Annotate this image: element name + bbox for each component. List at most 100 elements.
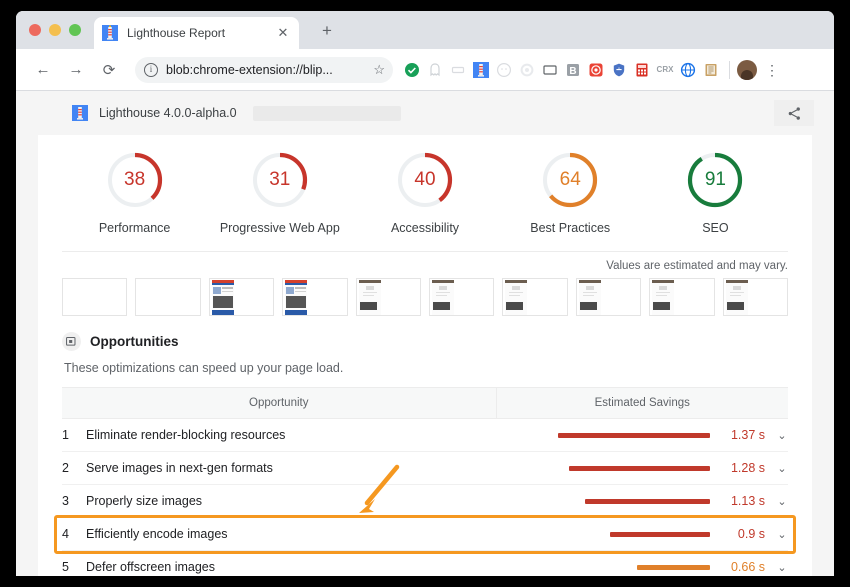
close-tab-button[interactable]: ✕ <box>275 25 291 41</box>
table-row[interactable]: 1Eliminate render-blocking resources 1.37… <box>62 419 788 452</box>
gauge-label: Accessibility <box>391 221 459 235</box>
gauge-label: Best Practices <box>530 221 610 235</box>
window-controls <box>29 24 81 36</box>
filmstrip-frame <box>209 278 274 316</box>
gauge-value: 31 <box>251 151 309 209</box>
row-index: 4 <box>62 518 86 551</box>
chevron-down-icon[interactable]: ⌄ <box>776 495 788 508</box>
opportunity-name: Defer offscreen images <box>86 551 496 577</box>
report-body: 38Performance31Progressive Web App 40 Acce… <box>38 135 812 576</box>
opportunity-name: Efficiently encode images <box>86 518 496 551</box>
chevron-down-icon[interactable]: ⌄ <box>776 561 788 574</box>
maximize-window-button[interactable] <box>69 24 81 36</box>
browser-menu-button[interactable]: ⋮ <box>762 65 782 75</box>
toolbar-divider <box>729 61 730 79</box>
extensions-area: B CRX ⋮ <box>401 59 782 81</box>
score-gauge-best-practices[interactable]: 64 Best Practices <box>498 151 643 235</box>
page-thumbnail <box>726 280 748 315</box>
gauge-ring: 64 <box>541 151 599 209</box>
crx-extension-icon[interactable]: CRX <box>654 59 676 81</box>
bold-b-extension-icon[interactable]: B <box>562 59 584 81</box>
column-header-savings: Estimated Savings <box>496 388 788 419</box>
score-gauge-progressive-web-app[interactable]: 31Progressive Web App <box>207 151 352 235</box>
page-thumbnail <box>652 280 674 315</box>
savings-bar <box>569 466 710 471</box>
savings-bar <box>610 532 710 537</box>
table-row[interactable]: 5Defer offscreen images0.66 s⌄ <box>62 551 788 577</box>
lighthouse-logo-icon <box>72 105 88 121</box>
shield-extension-icon[interactable] <box>608 59 630 81</box>
browser-tab[interactable]: Lighthouse Report ✕ <box>94 17 299 49</box>
browser-window: Lighthouse Report ✕ + ← → ⟳ i blob:chrom… <box>16 11 834 576</box>
reload-button[interactable]: ⟳ <box>96 57 122 83</box>
filmstrip-frame <box>502 278 567 316</box>
tag-extension-icon[interactable] <box>447 59 469 81</box>
page-thumbnail <box>359 280 381 315</box>
savings-value: 1.37 s <box>721 428 765 442</box>
opportunities-table: Opportunity Estimated Savings 1Eliminate… <box>62 387 788 576</box>
gauge-value: 40 <box>396 151 454 209</box>
lighthouse-extension-icon[interactable] <box>470 59 492 81</box>
opportunities-title: Opportunities <box>90 334 179 349</box>
table-row[interactable]: 3Properly size images1.13 s⌄ <box>62 485 788 518</box>
url-placeholder-bar <box>253 106 401 121</box>
row-index: 1 <box>62 419 86 452</box>
row-index: 3 <box>62 485 86 518</box>
avatar[interactable] <box>737 60 757 80</box>
filmstrip-frame <box>356 278 421 316</box>
tab-strip: Lighthouse Report ✕ + <box>16 11 834 49</box>
site-info-icon[interactable]: i <box>144 63 158 77</box>
minimize-window-button[interactable] <box>49 24 61 36</box>
bookmark-star-icon[interactable]: ☆ <box>373 62 385 78</box>
share-button[interactable] <box>774 100 814 126</box>
address-bar[interactable]: i blob:chrome-extension://blip... ☆ <box>135 57 393 83</box>
score-gauge-accessibility[interactable]: 40 Accessibility <box>352 151 497 235</box>
gauge-ring: 40 <box>396 151 454 209</box>
filmstrip-frame <box>576 278 641 316</box>
filmstrip-frame <box>62 278 127 316</box>
chevron-down-icon[interactable]: ⌄ <box>776 462 788 475</box>
calculator-extension-icon[interactable] <box>631 59 653 81</box>
gauge-ring: 91 <box>686 151 744 209</box>
column-header-opportunity: Opportunity <box>62 388 496 419</box>
gauge-value: 91 <box>686 151 744 209</box>
filmstrip-frame <box>135 278 200 316</box>
row-index: 2 <box>62 452 86 485</box>
opportunity-name: Eliminate render-blocking resources <box>86 419 496 452</box>
book-extension-icon[interactable] <box>700 59 722 81</box>
adblock-check-icon[interactable] <box>401 59 423 81</box>
savings-bar <box>558 433 710 438</box>
chevron-down-icon[interactable]: ⌄ <box>776 528 788 541</box>
page-thumbnail <box>212 280 234 315</box>
forward-button[interactable]: → <box>63 57 89 83</box>
back-button[interactable]: ← <box>30 57 56 83</box>
score-gauge-performance[interactable]: 38Performance <box>62 151 207 235</box>
table-header-row: Opportunity Estimated Savings <box>62 388 788 419</box>
chevron-down-icon[interactable]: ⌄ <box>776 429 788 442</box>
gauge-value: 64 <box>541 151 599 209</box>
share-icon <box>787 106 802 121</box>
filmstrip <box>62 276 788 326</box>
circle-extension-icon[interactable] <box>493 59 515 81</box>
gauge-ring: 31 <box>251 151 309 209</box>
page-thumbnail <box>285 280 307 315</box>
globe-extension-icon[interactable] <box>677 59 699 81</box>
new-tab-button[interactable]: + <box>316 20 338 42</box>
page-thumbnail <box>505 280 527 315</box>
desktop-extension-icon[interactable] <box>539 59 561 81</box>
savings-bar <box>637 565 710 570</box>
gauge-label: SEO <box>702 221 728 235</box>
savings-value: 0.66 s <box>721 560 765 574</box>
gear-extension-icon[interactable] <box>516 59 538 81</box>
red-target-extension-icon[interactable] <box>585 59 607 81</box>
score-gauge-seo[interactable]: 91 SEO <box>643 151 788 235</box>
filmstrip-frame <box>282 278 347 316</box>
ghost-extension-icon[interactable] <box>424 59 446 81</box>
table-row[interactable]: 2Serve images in next-gen formats1.28 s⌄ <box>62 452 788 485</box>
tab-title: Lighthouse Report <box>127 26 275 40</box>
filmstrip-frame <box>429 278 494 316</box>
table-row[interactable]: 4Efficiently encode images0.9 s⌄ <box>62 518 788 551</box>
svg-text:B: B <box>569 66 576 77</box>
report-header: Lighthouse 4.0.0-alpha.0 <box>16 91 834 135</box>
close-window-button[interactable] <box>29 24 41 36</box>
